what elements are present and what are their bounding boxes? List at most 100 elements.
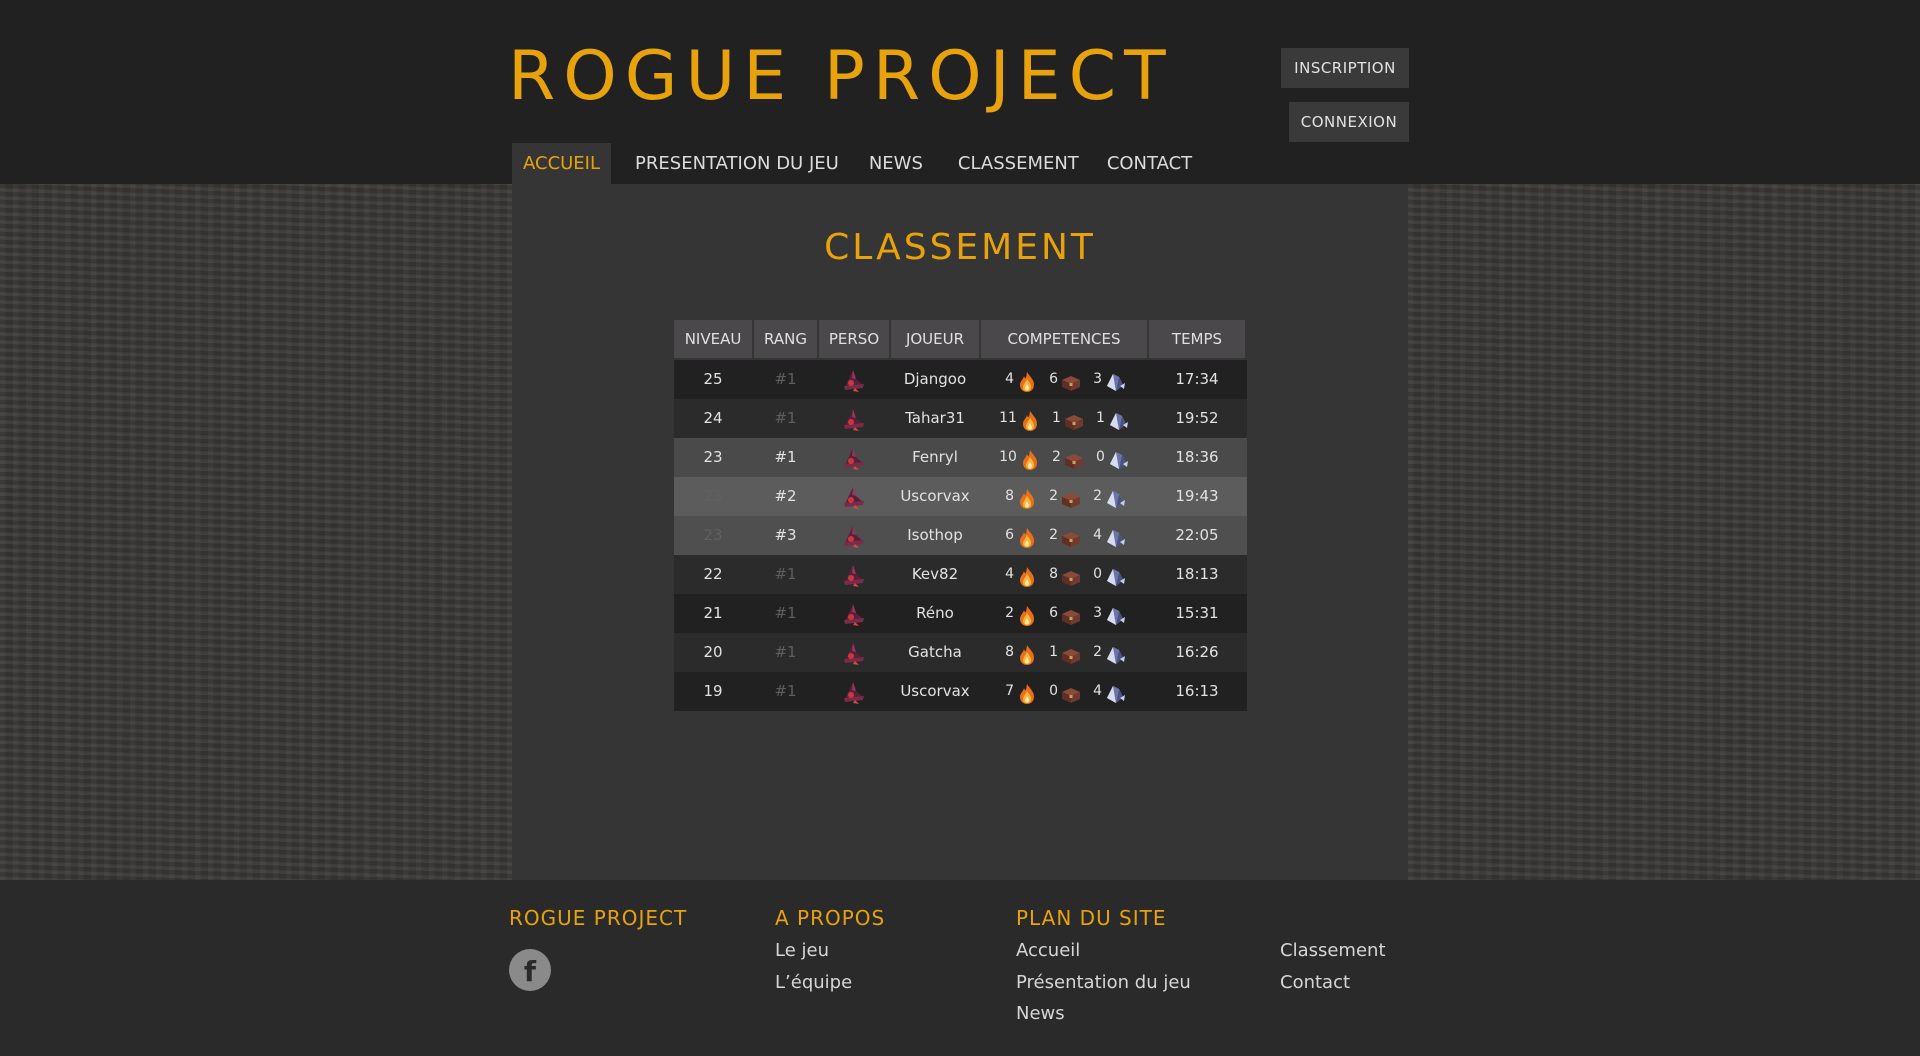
chest-icon <box>1060 369 1082 391</box>
cell-perso <box>819 633 889 672</box>
cell-niveau: 24 <box>703 409 723 427</box>
cell-temps: 16:26 <box>1175 643 1219 661</box>
cell-competences: 8 1 2 <box>981 633 1147 672</box>
cell-niveau: 20 <box>703 643 723 661</box>
crystal-count: 0 <box>1093 566 1102 582</box>
table-row[interactable]: 23 #1 Fenryl 10 2 0 18:36 <box>674 438 1247 477</box>
column-header-rang[interactable]: RANG <box>754 320 817 358</box>
crystal-count: 3 <box>1093 605 1102 621</box>
column-header-temps[interactable]: TEMPS <box>1149 320 1245 358</box>
cell-temps: 17:34 <box>1175 370 1219 388</box>
nav-item-presentation[interactable]: PRESENTATION DU JEU <box>635 143 839 184</box>
footer-link-presentation[interactable]: Présentation du jeu <box>1016 972 1191 993</box>
crystal-count: 2 <box>1093 488 1102 504</box>
cell-perso <box>819 672 889 711</box>
cell-perso <box>819 438 889 477</box>
crystal-icon <box>1104 525 1126 547</box>
footer-link-classement[interactable]: Classement <box>1280 940 1386 961</box>
cell-temps: 18:13 <box>1175 565 1219 583</box>
crystal-count: 3 <box>1093 371 1102 387</box>
table-row[interactable]: 20 #1 Gatcha 8 1 2 16:26 <box>674 633 1247 672</box>
crystal-icon <box>1104 486 1126 508</box>
table-row[interactable]: 24 #1 Tahar31 11 1 1 19:52 <box>674 399 1247 438</box>
cell-temps: 15:31 <box>1175 604 1219 622</box>
column-header-niveau[interactable]: NIVEAU <box>674 320 752 358</box>
table-row[interactable]: 25 #1 Djangoo 4 6 3 17:34 <box>674 360 1247 399</box>
nav-item-contact[interactable]: CONTACT <box>1107 143 1192 184</box>
cell-niveau: 23 <box>703 526 723 544</box>
inscription-button[interactable]: INSCRIPTION <box>1281 48 1409 88</box>
cell-joueur[interactable]: Tahar31 <box>891 399 979 438</box>
main-nav: ACCUEIL PRESENTATION DU JEU NEWS CLASSEM… <box>512 143 1192 184</box>
fire-count: 11 <box>999 410 1017 426</box>
cell-rang: #2 <box>774 487 797 505</box>
chest-count: 8 <box>1049 566 1058 582</box>
footer-link-le-jeu[interactable]: Le jeu <box>775 940 829 961</box>
cell-joueur[interactable]: Uscorvax <box>891 672 979 711</box>
wizard-hat-icon <box>841 406 867 432</box>
cell-temps: 18:36 <box>1175 448 1219 466</box>
cell-competences: 7 0 4 <box>981 672 1147 711</box>
cell-joueur[interactable]: Réno <box>891 594 979 633</box>
fire-count: 2 <box>1005 605 1014 621</box>
fire-icon <box>1016 486 1038 509</box>
fire-count: 8 <box>1005 488 1014 504</box>
footer-link-equipe[interactable]: L’équipe <box>775 972 852 993</box>
table-row[interactable]: 23 #3 Isothop 6 2 4 22:05 <box>674 516 1247 555</box>
background-texture-left <box>0 184 512 880</box>
nav-item-classement[interactable]: CLASSEMENT <box>958 143 1079 184</box>
fire-icon <box>1019 408 1041 431</box>
cell-joueur[interactable]: Gatcha <box>891 633 979 672</box>
connexion-button[interactable]: CONNEXION <box>1289 102 1409 142</box>
wizard-hat-icon <box>841 445 867 471</box>
cell-perso <box>819 594 889 633</box>
chest-icon <box>1063 447 1085 469</box>
cell-rang: #1 <box>774 370 797 388</box>
footer-link-contact[interactable]: Contact <box>1280 972 1350 993</box>
fire-icon <box>1016 525 1038 548</box>
chest-icon <box>1060 486 1082 508</box>
nav-item-accueil[interactable]: ACCUEIL <box>512 143 612 184</box>
cell-niveau: 25 <box>703 370 723 388</box>
cell-joueur[interactable]: Uscorvax <box>891 477 979 516</box>
fire-icon <box>1016 564 1038 587</box>
cell-competences: 11 1 1 <box>981 399 1147 438</box>
cell-perso <box>819 516 889 555</box>
fire-icon <box>1016 681 1038 704</box>
nav-item-news[interactable]: NEWS <box>869 143 923 184</box>
table-row[interactable]: 22 #1 Kev82 4 8 0 18:13 <box>674 555 1247 594</box>
cell-joueur[interactable]: Kev82 <box>891 555 979 594</box>
column-header-perso[interactable]: PERSO <box>819 320 889 358</box>
fire-count: 6 <box>1005 527 1014 543</box>
cell-competences: 4 6 3 <box>981 360 1147 399</box>
cell-competences: 6 2 4 <box>981 516 1147 555</box>
chest-count: 2 <box>1049 527 1058 543</box>
wizard-hat-icon <box>841 640 867 666</box>
table-row[interactable]: 23 #2 Uscorvax 8 2 2 19:43 <box>674 477 1247 516</box>
background-texture-right <box>1408 184 1920 880</box>
cell-joueur[interactable]: Djangoo <box>891 360 979 399</box>
cell-temps: 22:05 <box>1175 526 1219 544</box>
crystal-icon <box>1104 369 1126 391</box>
chest-icon <box>1063 408 1085 430</box>
crystal-icon <box>1107 447 1129 469</box>
site-title[interactable]: ROGUE PROJECT <box>508 36 1174 118</box>
fire-count: 8 <box>1005 644 1014 660</box>
ranking-table: NIVEAU RANG PERSO JOUEUR COMPETENCES TEM… <box>674 320 1247 711</box>
fire-icon <box>1016 642 1038 665</box>
column-header-competences[interactable]: COMPETENCES <box>981 320 1147 358</box>
footer-link-accueil[interactable]: Accueil <box>1016 940 1080 961</box>
cell-joueur[interactable]: Fenryl <box>891 438 979 477</box>
crystal-count: 1 <box>1095 410 1105 426</box>
footer-link-news[interactable]: News <box>1016 1003 1065 1024</box>
wizard-hat-icon <box>841 562 867 588</box>
wizard-hat-icon <box>841 523 867 549</box>
column-header-joueur[interactable]: JOUEUR <box>891 320 979 358</box>
cell-rang: #1 <box>774 643 797 661</box>
cell-joueur[interactable]: Isothop <box>891 516 979 555</box>
cell-competences: 10 2 0 <box>981 438 1147 477</box>
facebook-icon[interactable]: f <box>509 949 551 991</box>
table-row[interactable]: 19 #1 Uscorvax 7 0 4 16:13 <box>674 672 1247 711</box>
table-row[interactable]: 21 #1 Réno 2 6 3 15:31 <box>674 594 1247 633</box>
cell-perso <box>819 555 889 594</box>
